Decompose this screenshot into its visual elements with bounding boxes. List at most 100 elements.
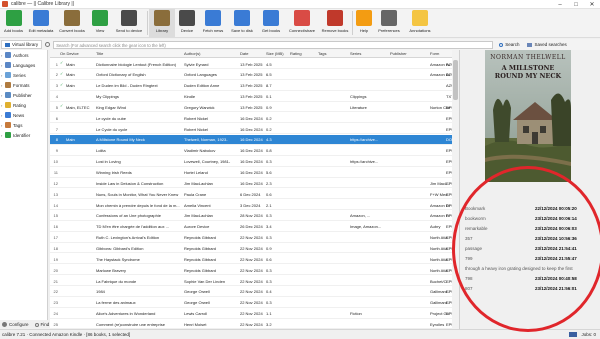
book-device-cell: Main [66,83,75,89]
find-button[interactable]: Find [41,322,50,327]
preferences-button[interactable]: Preferences [374,9,404,37]
row-number: 25 [53,321,58,327]
book-row[interactable]: 21 La Fabrique du monde Sophie Van Der Lin… [50,276,459,286]
column-header[interactable]: Author(s) [184,51,200,56]
tag-category-rating[interactable]: › Rating [0,100,47,110]
tag-category-news[interactable]: › News [0,110,47,120]
book-row[interactable]: 7 Le Cycle du cycle Robert Nickel 16 Dec 20… [50,124,459,135]
book-row[interactable]: 24 Alice's Adventures in Wonderland Lewis … [50,309,459,319]
close-icon[interactable]: ✕ [584,0,600,9]
book-row[interactable]: 20 Marlowe Bravery Reynolds Gibbard 22 Nov … [50,265,459,276]
book-row[interactable]: 2 ✓ Main Oxford Dictionary of English Oxford… [50,70,459,80]
book-row[interactable]: 15 Confessions of an Une photographie Jim … [50,211,459,221]
column-header[interactable]: Publisher [390,51,407,56]
book-date-cell: 22 Nov 2024 [240,245,263,251]
tag-category-tags[interactable]: › Tags [0,120,47,130]
book-tags-cell: https://archive... [350,137,379,143]
jobs-indicator[interactable]: Jobs: 0 [581,332,596,337]
search-button[interactable]: Search [499,42,519,47]
search-input[interactable]: Search (For advanced search click the ge… [53,40,494,49]
book-row[interactable]: 3 ✓ Main Le Duden im Bild - Duden Ringtext D… [50,81,459,91]
help-icon [356,10,372,26]
saved-searches-button[interactable]: Saved searches [527,42,567,47]
on-device-check-icon: ✓ [60,103,64,109]
column-header[interactable]: Tags [318,51,326,56]
book-tags-cell: Image, Amazon... [350,224,382,230]
annotation-item[interactable]: 798 23/12/2024 00:40:58 [465,273,600,283]
book-row[interactable]: 22 1984 George Orwell 22 Nov 2024 0.4 Gallima… [50,287,459,297]
configure-button[interactable]: Configure [9,322,29,327]
library-button[interactable]: Library [149,9,175,37]
book-row[interactable]: 9LolitaVladimir Nabokov16 Dec 20240.8EPU… [50,146,459,156]
book-list-scrollbar[interactable] [452,50,459,329]
send-to-device-button[interactable]: Send to device [112,9,146,37]
column-header[interactable]: Series [350,51,361,56]
get-books-button[interactable]: Get books [257,9,285,37]
send-to-device-label: Send to device [115,28,143,33]
view-button[interactable]: View [88,9,112,37]
add-books-button[interactable]: Add books [1,9,26,37]
help-button[interactable]: Help [354,9,374,37]
book-date-cell: 16 Dec 2024 [240,115,263,121]
annotation-item[interactable]: bookworm 23/12/2024 00:06:14 [465,213,600,223]
book-device-cell: Main [66,72,75,78]
book-cover[interactable]: NORMAN THELWELL A MILLSTONE ROUND MY NEC… [485,50,571,182]
layout-icon[interactable] [569,332,578,337]
book-row[interactable]: 12 Inside Law in Delusion & Construction J… [50,178,459,189]
virtual-library-button[interactable]: Virtual library [1,40,43,49]
book-row[interactable]: 16 TD M'en être chargée de l'addition aux… [50,222,459,232]
column-header[interactable]: Date [240,51,248,56]
book-size-cell: 0.3 [266,300,272,306]
book-row[interactable]: 13 Nuns, Souls in Monitor, What You Never… [50,189,459,200]
book-row[interactable]: 25 Comment (re)construire une entreprise H… [50,319,459,329]
save-to-disk-button[interactable]: Save to disk [227,9,257,37]
annotation-item[interactable]: passage 23/12/2024 21:54:41 [465,243,600,253]
book-row[interactable]: 17 Ruth C. Lexington's Arrival's Edition R… [50,233,459,243]
book-row[interactable]: 11 Winning Irish Reeds Hortel Leland 16 Dec… [50,168,459,178]
annotation-item[interactable]: 357 23/12/2024 10:56:36 [465,233,600,243]
annotation-item[interactable]: remarkable 23/12/2024 00:06:03 [465,223,600,233]
annotation-item[interactable]: 807 23/12/2024 21:56:01 [465,283,600,293]
minimize-icon[interactable]: – [552,0,568,9]
book-row[interactable]: 18 Gibbons: Gibbard's Edition Reynolds Gib… [50,243,459,254]
annotations-button[interactable]: Annotations [404,9,436,37]
column-header[interactable]: Title [96,51,103,56]
book-row[interactable]: 10 Lost in Loving Lovewell, Courtney, 1981… [50,157,459,167]
tag-category-formats[interactable]: › Formats [0,80,47,90]
edit-metadata-button[interactable]: Edit metadata [26,9,56,37]
column-header[interactable]: On Device [60,51,79,56]
book-date-cell: 22 Nov 2024 [240,267,263,273]
book-row[interactable]: 19 The Haystack Syndrome Reynolds Gibbard 2… [50,254,459,265]
scrollbar-thumb[interactable] [453,60,458,100]
column-header[interactable]: Form [430,51,439,56]
book-row[interactable]: 14 Mon chemin à prendre depuis le fond de… [50,200,459,211]
annotation-item[interactable]: through a heavy iron grating designed to… [465,263,600,273]
connect-share-button[interactable]: Connect/share [285,9,319,37]
book-row[interactable]: 23 La ferme des animaux George Orwell 22 No… [50,298,459,308]
tag-category-series[interactable]: › Series [0,70,47,80]
search-history-icon[interactable] [45,42,51,47]
book-row[interactable]: 1 ✓ Main Dictionnaire biologie Lentout (Fre… [50,59,459,69]
row-number: 5 [55,104,58,110]
book-row[interactable]: 5 ✓ Main, ELTEC King Edgar Wind Gregory Warw… [50,102,459,113]
tag-category-publisher[interactable]: › Publisher [0,90,47,100]
book-author-cell: Jim MacLachlan [184,180,213,186]
column-header[interactable]: Rating [290,51,302,56]
annotation-item[interactable]: Bookmark 22/12/2024 00:05:20 [465,203,600,213]
column-header[interactable]: Size (MB) [266,51,284,56]
book-row[interactable]: 4 My Clippings Kindle 13 Feb 2025 0.1 Clippin… [50,92,459,102]
tag-category-languages[interactable]: › Languages [0,60,47,70]
device-button[interactable]: Device [175,9,199,37]
tag-category-authors[interactable]: › Authors [0,50,47,60]
fetch-news-button[interactable]: Fetch news [199,9,227,37]
book-row[interactable]: 8 Main A Millstone Round My Neck Thelwell, … [50,134,459,145]
annotation-text: 357 [465,235,473,241]
annotation-item[interactable]: 799 23/12/2024 21:55:47 [465,253,600,263]
tag-category-identifier[interactable]: › Identifier [0,130,47,140]
status-right: Jobs: 0 [569,332,596,337]
book-row[interactable]: 6 Le cycle du cube Robert Nickel 16 Dec 202… [50,113,459,124]
window-controls: – □ ✕ [552,0,600,9]
remove-books-button[interactable]: Remove books [319,9,351,37]
convert-books-button[interactable]: Convert books [56,9,88,37]
maximize-icon[interactable]: □ [568,0,584,9]
